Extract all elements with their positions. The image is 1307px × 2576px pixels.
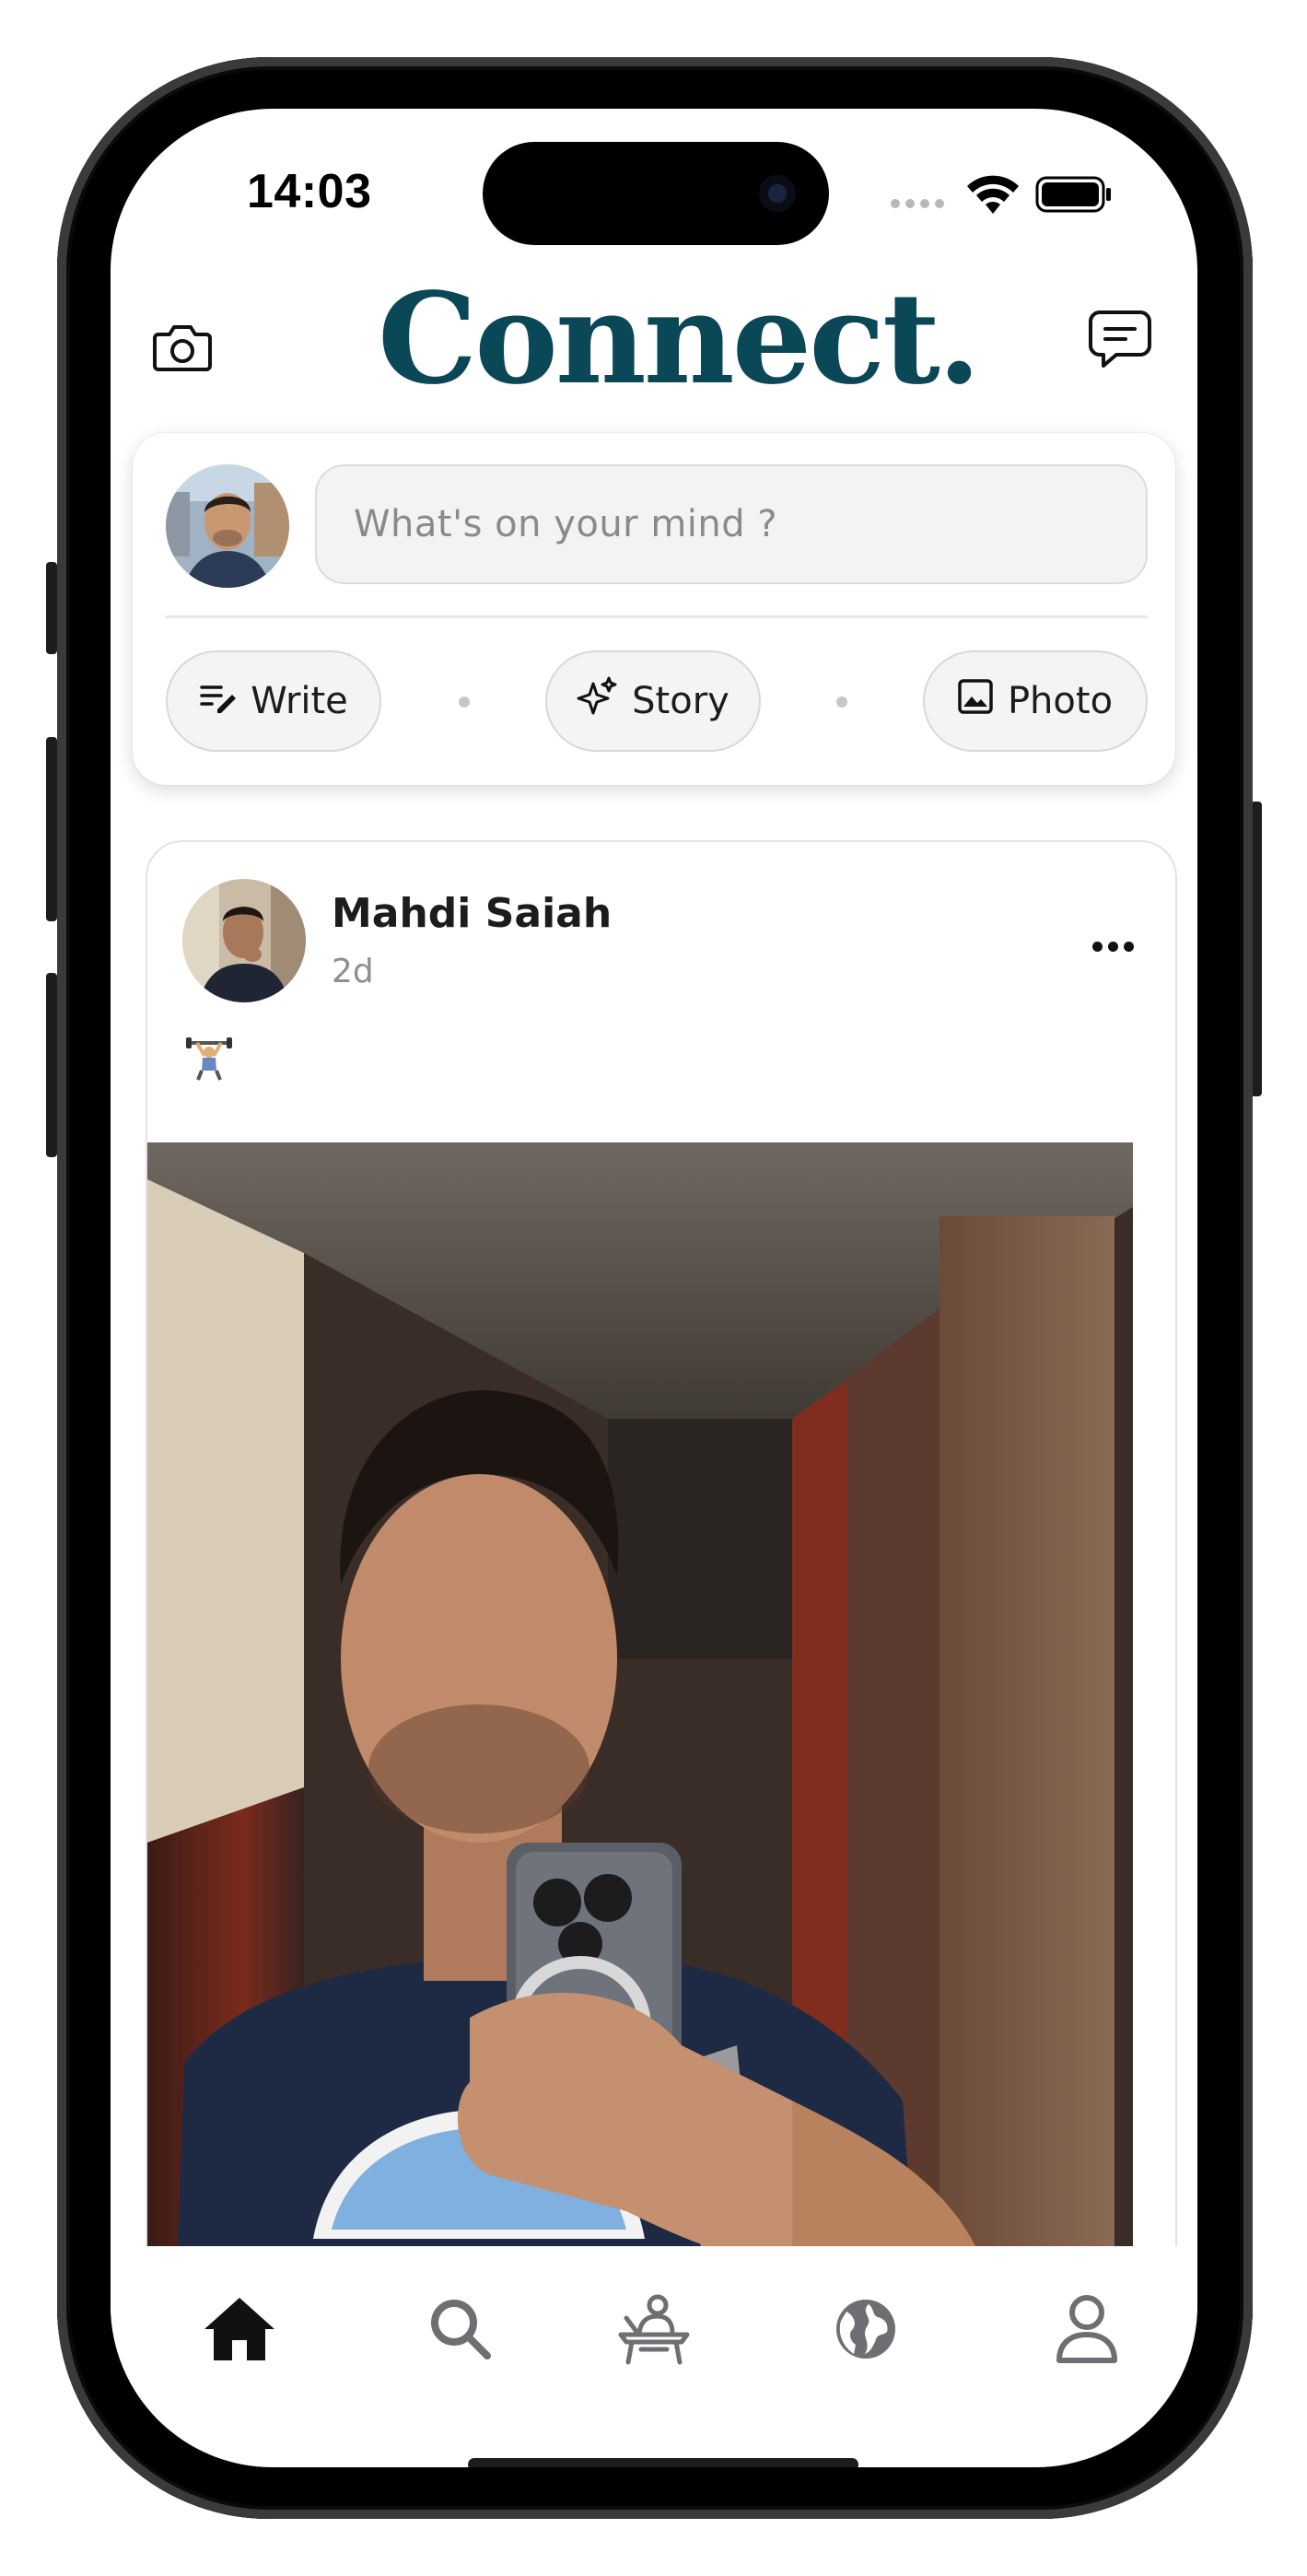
action-button bbox=[46, 562, 57, 654]
my-avatar[interactable] bbox=[166, 464, 289, 588]
separator-dot bbox=[836, 697, 847, 708]
tab-explore[interactable] bbox=[820, 2283, 912, 2375]
app-logo: Connect. bbox=[378, 265, 981, 413]
tab-profile[interactable] bbox=[1041, 2283, 1133, 2375]
tab-home[interactable] bbox=[193, 2283, 286, 2375]
weightlifter-emoji bbox=[186, 1036, 232, 1082]
signal-icon bbox=[890, 197, 949, 210]
sparkles-icon bbox=[577, 676, 617, 726]
search-icon bbox=[431, 2300, 491, 2359]
tab-bar bbox=[111, 2246, 1197, 2467]
story-button[interactable]: Story bbox=[545, 650, 761, 752]
composer-placeholder: What's on your mind ? bbox=[354, 503, 778, 545]
dynamic-island bbox=[483, 142, 829, 245]
globe-icon bbox=[836, 2300, 895, 2359]
write-button[interactable]: Write bbox=[166, 650, 381, 752]
battery-icon bbox=[1035, 175, 1113, 214]
post-timestamp: 2d bbox=[332, 953, 374, 990]
post-card: Mahdi Saiah 2d bbox=[146, 840, 1177, 2467]
volume-down-button bbox=[46, 973, 57, 1157]
phone-screen: 14:03 Connect. What's on your mind ? Wri… bbox=[111, 109, 1197, 2467]
desk-person-icon bbox=[618, 2294, 690, 2365]
home-icon bbox=[204, 2298, 274, 2360]
volume-up-button bbox=[46, 737, 57, 921]
composer-card: What's on your mind ? Write Story Photo bbox=[133, 433, 1175, 785]
story-label: Story bbox=[632, 680, 729, 722]
person-icon bbox=[1056, 2295, 1117, 2363]
image-icon bbox=[958, 679, 993, 723]
write-icon bbox=[199, 680, 237, 722]
photo-button[interactable]: Photo bbox=[923, 650, 1148, 752]
whats-on-your-mind-input[interactable]: What's on your mind ? bbox=[315, 464, 1148, 584]
status-time: 14:03 bbox=[247, 165, 372, 218]
front-camera-lens bbox=[759, 175, 796, 212]
tab-workspace[interactable] bbox=[608, 2283, 700, 2375]
home-indicator bbox=[468, 2458, 858, 2467]
separator-dot bbox=[459, 697, 470, 708]
author-avatar[interactable] bbox=[182, 879, 306, 1002]
chat-bubble-icon[interactable] bbox=[1083, 302, 1157, 376]
post-author-name[interactable]: Mahdi Saiah bbox=[332, 890, 612, 937]
photo-label: Photo bbox=[1007, 680, 1114, 722]
camera-icon[interactable] bbox=[146, 310, 219, 383]
composer-divider bbox=[166, 615, 1148, 618]
more-options-icon[interactable] bbox=[1087, 932, 1138, 960]
tab-search[interactable] bbox=[414, 2283, 507, 2375]
write-label: Write bbox=[251, 680, 348, 722]
wifi-icon bbox=[967, 175, 1019, 216]
